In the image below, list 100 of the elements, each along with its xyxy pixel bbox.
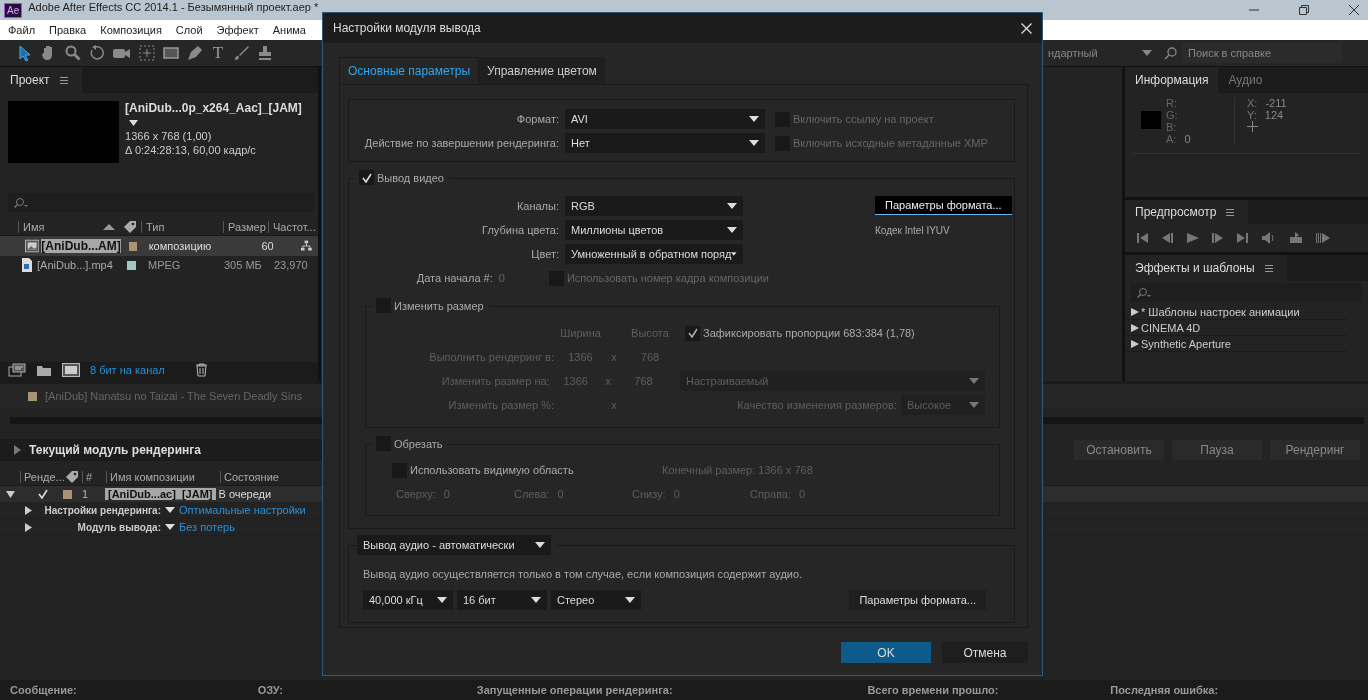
render-checkbox[interactable] bbox=[37, 488, 49, 500]
column-header[interactable]: Частот... bbox=[268, 221, 317, 233]
queue-button[interactable]: Рендеринг bbox=[1270, 440, 1360, 460]
column-header[interactable]: # bbox=[82, 471, 106, 483]
help-search-field[interactable]: Поиск в справке bbox=[1182, 43, 1342, 63]
dropdown[interactable]: RGB bbox=[565, 196, 743, 216]
trash-icon[interactable] bbox=[194, 363, 208, 377]
column-header[interactable]: Имя композиции bbox=[106, 471, 220, 483]
disclosure-icon[interactable] bbox=[6, 489, 15, 499]
stamp-icon[interactable] bbox=[256, 44, 274, 62]
brush-icon[interactable] bbox=[232, 44, 250, 62]
dropdown[interactable]: Умноженный в обратном поряд bbox=[565, 244, 743, 264]
panel-tab[interactable]: Эффекты и шаблоны bbox=[1125, 255, 1265, 281]
effect-category[interactable]: CINEMA 4D bbox=[1125, 320, 1348, 336]
first-frame-icon[interactable] bbox=[1137, 233, 1149, 243]
close-icon[interactable] bbox=[1348, 4, 1360, 16]
panel-tab[interactable]: Предпросмотр bbox=[1125, 200, 1227, 224]
panel-tab[interactable]: Аудио bbox=[1218, 67, 1273, 93]
workspace-dropdown[interactable]: ндартный bbox=[1034, 43, 1158, 63]
queue-button[interactable]: Пауза bbox=[1172, 440, 1262, 460]
search-field[interactable] bbox=[1131, 283, 1362, 302]
menu-item[interactable]: Слой bbox=[175, 24, 203, 36]
dropdown[interactable]: 40,000 кГц bbox=[363, 590, 453, 610]
rectangle-icon[interactable] bbox=[162, 44, 180, 62]
column-header[interactable]: Состояние bbox=[220, 471, 284, 483]
setting-link[interactable]: Оптимальные настройки bbox=[179, 504, 306, 516]
column-header[interactable]: Тип bbox=[141, 221, 223, 233]
dropdown[interactable]: 16 бит bbox=[457, 590, 547, 610]
dialog-button[interactable]: Отмена bbox=[942, 642, 1028, 663]
format-options-button[interactable]: Параметры формата... bbox=[849, 590, 986, 610]
new-composition-icon[interactable] bbox=[62, 363, 80, 377]
audio-note: Вывод аудио осуществляется только в том случае, если композиция содержит аудио. bbox=[362, 567, 804, 580]
item-type: композицию bbox=[148, 240, 213, 252]
panel-menu-icon[interactable] bbox=[1226, 208, 1235, 216]
label-icon[interactable] bbox=[65, 470, 79, 484]
field-label: Каналы: bbox=[515, 200, 560, 212]
interpret-footage-icon[interactable] bbox=[8, 363, 26, 377]
channel-label: B: bbox=[1166, 121, 1177, 133]
menu-item[interactable]: Правка bbox=[49, 24, 87, 36]
search-field[interactable] bbox=[8, 193, 314, 212]
caret-icon bbox=[969, 402, 979, 408]
caret-icon[interactable] bbox=[129, 120, 139, 126]
panel-menu-icon[interactable] bbox=[59, 76, 68, 84]
dialog-tab[interactable]: Основные параметры bbox=[339, 57, 480, 84]
speaker-icon[interactable] bbox=[1262, 232, 1276, 244]
ram-preview-icon[interactable] bbox=[1316, 233, 1330, 243]
next-frame-icon[interactable] bbox=[1212, 233, 1224, 243]
queue-button[interactable]: Остановить bbox=[1074, 440, 1164, 460]
disclosure-icon[interactable] bbox=[24, 522, 33, 532]
project-row[interactable]: [AniDub...].mp4 MPEG 305 МБ 23,970 bbox=[0, 256, 318, 274]
dropdown[interactable]: AVI bbox=[565, 109, 765, 129]
format-options-button[interactable]: Параметры формата... bbox=[875, 196, 1012, 215]
dropdown[interactable]: Миллионы цветов bbox=[565, 220, 743, 240]
app-logo: Ae bbox=[4, 2, 23, 18]
last-frame-icon[interactable] bbox=[1237, 233, 1249, 243]
loop-icon[interactable] bbox=[1289, 232, 1303, 244]
menu-item[interactable]: Композиция bbox=[100, 24, 162, 36]
column-header[interactable]: Размер bbox=[223, 221, 268, 233]
dropdown[interactable]: Нет bbox=[565, 133, 765, 153]
caret-icon[interactable] bbox=[165, 524, 175, 530]
caret-icon bbox=[625, 597, 635, 603]
column-header[interactable]: Ренде... bbox=[20, 471, 62, 483]
dialog-tab[interactable]: Управление цветом bbox=[479, 57, 605, 84]
panel-tab[interactable]: Информация bbox=[1125, 67, 1219, 93]
text-tool[interactable]: T bbox=[210, 43, 226, 63]
menu-item[interactable]: Эффект bbox=[216, 24, 259, 36]
pen-icon[interactable] bbox=[186, 44, 204, 62]
caret-icon[interactable] bbox=[165, 507, 175, 513]
label-icon[interactable] bbox=[123, 220, 137, 234]
disclosure-icon[interactable] bbox=[1131, 307, 1139, 316]
checkbox[interactable] bbox=[685, 325, 700, 341]
previous-frame-icon[interactable] bbox=[1162, 233, 1174, 243]
setting-link[interactable]: Без потерь bbox=[179, 521, 235, 533]
flowchart-icon[interactable] bbox=[301, 240, 312, 252]
panel-menu-icon[interactable] bbox=[1264, 264, 1273, 272]
project-row[interactable]: [AniDub...AM] композицию 60 bbox=[0, 236, 318, 256]
rotate-icon[interactable] bbox=[88, 44, 106, 62]
disclosure-icon[interactable] bbox=[1131, 323, 1139, 332]
status-label: ОЗУ: bbox=[257, 684, 284, 696]
checkbox[interactable] bbox=[359, 170, 374, 185]
menu-item[interactable]: Анима bbox=[272, 24, 306, 36]
play-icon[interactable] bbox=[1187, 233, 1199, 243]
field-label: Формат: bbox=[515, 113, 560, 125]
panel-tab[interactable]: Проект bbox=[0, 67, 60, 93]
disclosure-icon[interactable] bbox=[24, 505, 33, 515]
column-header[interactable]: Имя bbox=[18, 221, 103, 233]
effect-category[interactable]: Synthetic Aperture bbox=[1125, 336, 1348, 352]
dropdown[interactable]: Стерео bbox=[551, 590, 641, 610]
section-title: Текущий модуль рендеринга bbox=[29, 443, 201, 457]
effect-category[interactable]: * Шаблоны настроек анимации bbox=[1125, 304, 1348, 320]
audio-output-dropdown[interactable]: Вывод аудио - автоматически bbox=[357, 535, 551, 555]
bit-depth-link[interactable]: 8 бит на канал bbox=[90, 364, 165, 376]
dialog-button[interactable]: OK bbox=[841, 642, 931, 663]
expand-icon[interactable] bbox=[14, 445, 21, 455]
menu-item[interactable]: Файл bbox=[8, 24, 36, 36]
restore-icon[interactable] bbox=[1298, 4, 1310, 16]
zoom-icon[interactable] bbox=[64, 44, 82, 62]
folder-icon[interactable] bbox=[36, 363, 52, 377]
disclosure-icon[interactable] bbox=[1131, 339, 1139, 348]
field-label: Действие по завершении рендеринга: bbox=[363, 137, 560, 149]
